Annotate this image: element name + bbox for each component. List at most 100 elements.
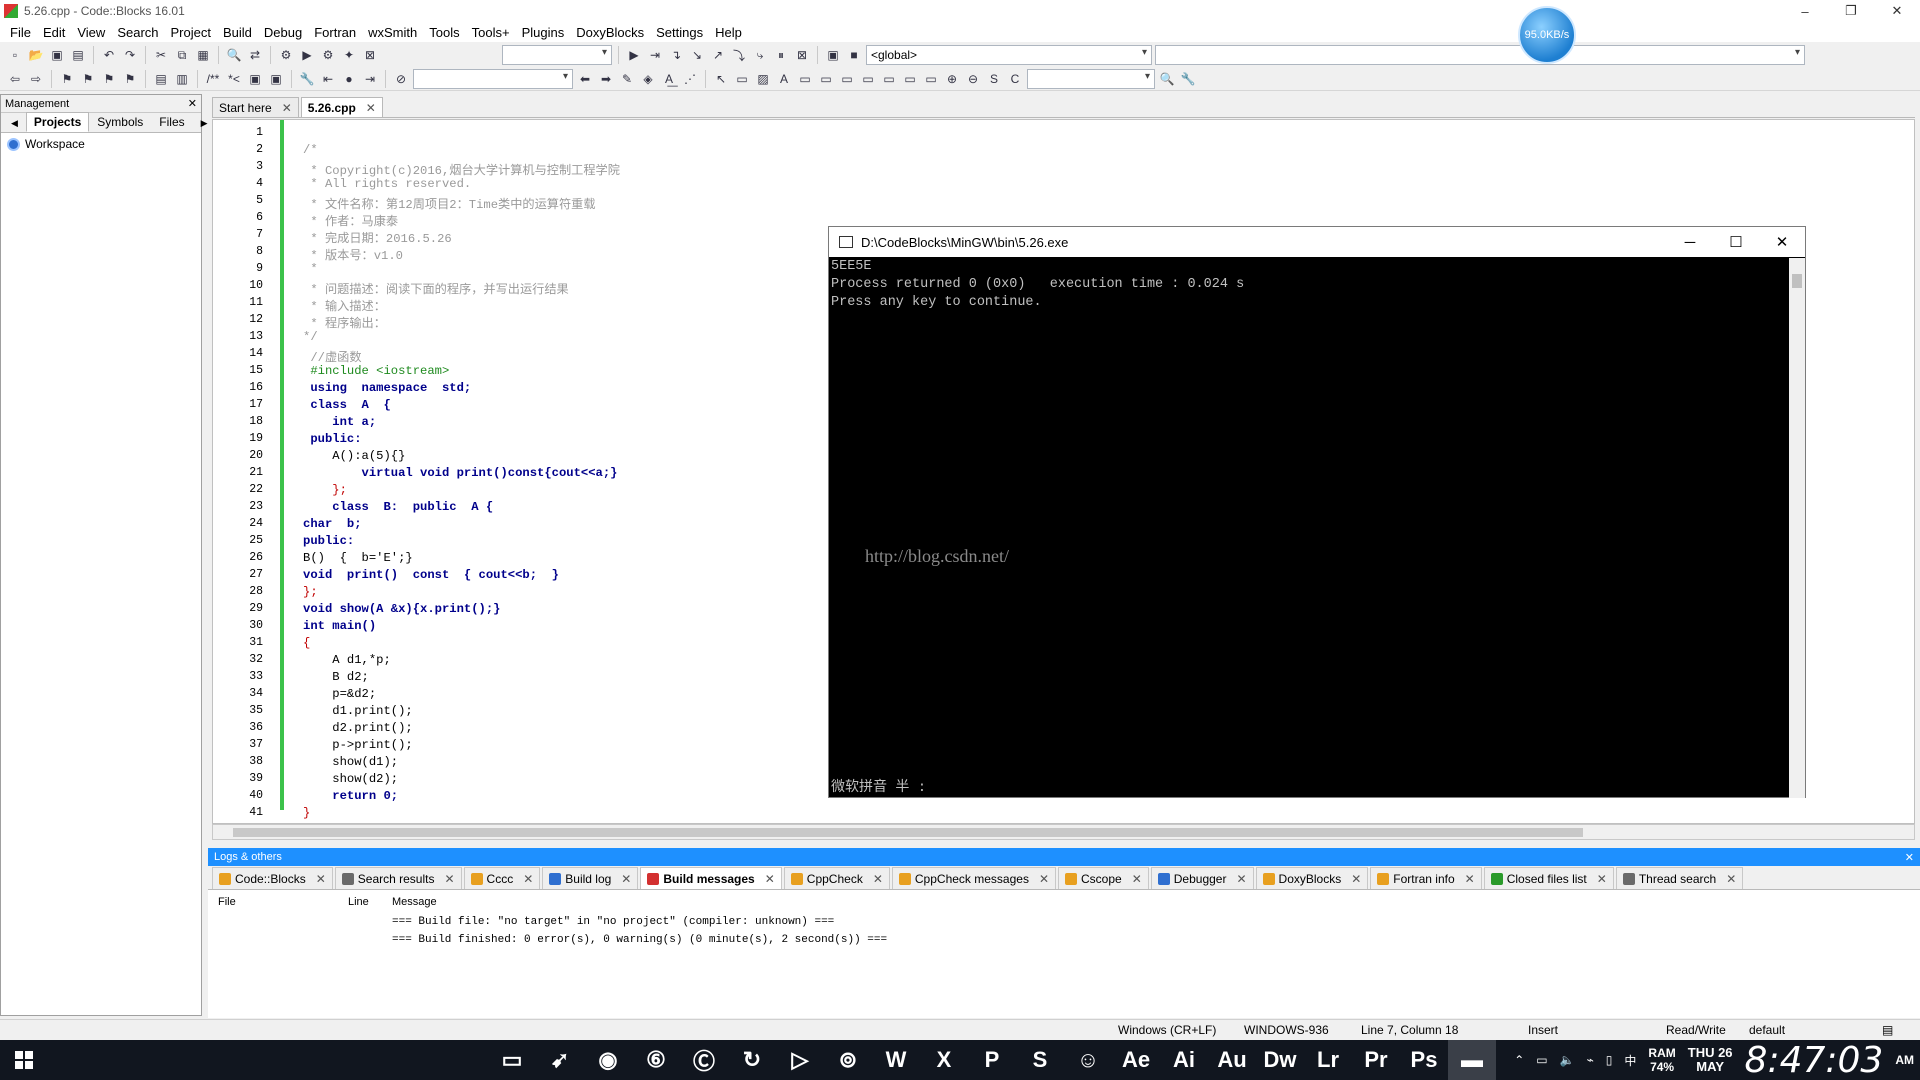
- next-error-icon[interactable]: ⇥: [361, 70, 379, 88]
- abort-icon[interactable]: ⊠: [361, 46, 379, 64]
- box-7-icon[interactable]: ▭: [922, 70, 940, 88]
- code-line[interactable]: };: [303, 483, 620, 500]
- arrow-left-icon[interactable]: ⬅: [576, 70, 594, 88]
- menu-fortran[interactable]: Fortran: [308, 25, 362, 40]
- code-line[interactable]: [303, 126, 620, 143]
- box-2-icon[interactable]: ▭: [817, 70, 835, 88]
- spell-check-icon[interactable]: A͟: [660, 70, 678, 88]
- code-line[interactable]: //虚函数: [303, 347, 620, 365]
- line-number[interactable]: 29: [213, 602, 263, 615]
- line-number[interactable]: 15: [213, 364, 263, 377]
- close-icon[interactable]: ✕: [1236, 872, 1246, 886]
- start-button[interactable]: [0, 1040, 48, 1080]
- taskbar-app-Ae[interactable]: Ae: [1112, 1040, 1160, 1080]
- tray-chevron-up-icon[interactable]: ⌃: [1508, 1053, 1530, 1067]
- scrollbar-thumb[interactable]: [1792, 274, 1802, 288]
- menu-doxyblocks[interactable]: DoxyBlocks: [570, 25, 650, 40]
- jump-back-icon[interactable]: ⇦: [6, 70, 24, 88]
- log-tab[interactable]: Fortran info ✕: [1370, 867, 1482, 889]
- network-speed-badge[interactable]: 95.0KB/s: [1518, 6, 1576, 64]
- line-number[interactable]: 4: [213, 177, 263, 190]
- menu-search[interactable]: Search: [111, 25, 164, 40]
- code-line[interactable]: show(d2);: [303, 772, 620, 789]
- build-message[interactable]: === Build finished: 0 error(s), 0 warnin…: [392, 934, 1920, 952]
- line-number[interactable]: 9: [213, 262, 263, 275]
- column-line[interactable]: Line: [348, 896, 392, 908]
- line-number[interactable]: 23: [213, 500, 263, 513]
- search-combo[interactable]: ▾: [413, 68, 573, 89]
- close-icon[interactable]: ✕: [1726, 872, 1736, 886]
- breakpoint-icon[interactable]: ●: [340, 70, 358, 88]
- code-line[interactable]: }: [303, 806, 620, 823]
- menu-plugins[interactable]: Plugins: [516, 25, 571, 40]
- next-bookmark-icon[interactable]: ⚑: [100, 70, 118, 88]
- text-box-icon[interactable]: A: [775, 70, 793, 88]
- menu-tools[interactable]: Tools: [423, 25, 465, 40]
- line-number[interactable]: 13: [213, 330, 263, 343]
- code-line[interactable]: * 问题描述：阅读下面的程序，并写出运行结果: [303, 279, 620, 297]
- code-line[interactable]: void print() const { cout<<b; }: [303, 568, 620, 585]
- console-maximize-button[interactable]: ☐: [1713, 227, 1759, 257]
- toggle-bookmark-icon[interactable]: ⚑: [58, 70, 76, 88]
- menu-debug[interactable]: Debug: [258, 25, 308, 40]
- code-line[interactable]: B() { b='E';}: [303, 551, 620, 568]
- ram-meter[interactable]: RAM 74%: [1642, 1046, 1681, 1074]
- close-icon[interactable]: ✕: [621, 872, 631, 886]
- log-tab[interactable]: DoxyBlocks ✕: [1255, 867, 1369, 889]
- code-line[interactable]: * 程序输出：: [303, 313, 620, 331]
- code-line[interactable]: #include <iostream>: [303, 364, 620, 381]
- line-number[interactable]: 41: [213, 806, 263, 819]
- code-line[interactable]: void show(A &x){x.print();}: [303, 602, 620, 619]
- date-display[interactable]: THU 26 MAY: [1682, 1046, 1739, 1074]
- log-tab[interactable]: Cccc ✕: [463, 867, 541, 889]
- find-icon[interactable]: 🔍: [225, 46, 243, 64]
- line-number[interactable]: 3: [213, 160, 263, 173]
- clear-bookmarks-icon[interactable]: ⚑: [121, 70, 139, 88]
- code-line[interactable]: * 文件名称：第12周项目2：Time类中的运算符重载: [303, 194, 620, 212]
- console-minimize-button[interactable]: ─: [1667, 227, 1713, 257]
- line-number[interactable]: 5: [213, 194, 263, 207]
- close-icon[interactable]: ✕: [1132, 872, 1142, 886]
- line-number[interactable]: 25: [213, 534, 263, 547]
- line-number[interactable]: 17: [213, 398, 263, 411]
- line-number[interactable]: 36: [213, 721, 263, 734]
- maximize-button[interactable]: ❐: [1828, 0, 1874, 22]
- line-number[interactable]: 2: [213, 143, 263, 156]
- tab-start-here[interactable]: Start here ✕: [212, 97, 299, 117]
- tree-item-workspace[interactable]: Workspace: [1, 133, 201, 155]
- log-tab[interactable]: Cscope ✕: [1058, 867, 1149, 889]
- scrollbar-thumb[interactable]: [233, 828, 1583, 837]
- taskbar-app-cloud[interactable]: Ⓒ: [680, 1040, 728, 1080]
- stop-debug-icon[interactable]: ⊠: [793, 46, 811, 64]
- wrench-icon[interactable]: 🔧: [298, 70, 316, 88]
- line-number[interactable]: 19: [213, 432, 263, 445]
- close-icon[interactable]: ✕: [1905, 851, 1914, 864]
- line-number[interactable]: 39: [213, 772, 263, 785]
- image-icon[interactable]: ▨: [754, 70, 772, 88]
- run-to-cursor-icon[interactable]: ⇥: [646, 46, 664, 64]
- close-icon[interactable]: ✕: [316, 872, 326, 886]
- taskbar-app-console[interactable]: ▬: [1448, 1040, 1496, 1080]
- taskbar-app-Pr[interactable]: Pr: [1352, 1040, 1400, 1080]
- zoom-in-icon[interactable]: ⊕: [943, 70, 961, 88]
- code-line[interactable]: using namespace std;: [303, 381, 620, 398]
- console-close-button[interactable]: ✕: [1759, 227, 1805, 257]
- close-icon[interactable]: ✕: [444, 872, 454, 886]
- close-icon[interactable]: ✕: [366, 101, 376, 115]
- clock[interactable]: 8:47:03: [1739, 1040, 1890, 1080]
- line-number[interactable]: 27: [213, 568, 263, 581]
- doxy-wizard-icon[interactable]: ▣: [267, 70, 285, 88]
- taskbar-app-chat[interactable]: ☺: [1064, 1040, 1112, 1080]
- close-icon[interactable]: ✕: [523, 872, 533, 886]
- line-number[interactable]: 35: [213, 704, 263, 717]
- taskbar-app-Ps[interactable]: Ps: [1400, 1040, 1448, 1080]
- taskbar-app-game[interactable]: ⊚: [824, 1040, 872, 1080]
- line-number[interactable]: 38: [213, 755, 263, 768]
- code-line[interactable]: A d1,*p;: [303, 653, 620, 670]
- chevron-left-icon[interactable]: ◀: [3, 115, 26, 132]
- next-line-icon[interactable]: ↴: [667, 46, 685, 64]
- column-message[interactable]: Message: [392, 896, 437, 908]
- taskbar-app-player[interactable]: ▷: [776, 1040, 824, 1080]
- console-window[interactable]: D:\CodeBlocks\MinGW\bin\5.26.exe ─ ☐ ✕ 5…: [828, 226, 1806, 798]
- ime-indicator[interactable]: 中: [1618, 1052, 1642, 1069]
